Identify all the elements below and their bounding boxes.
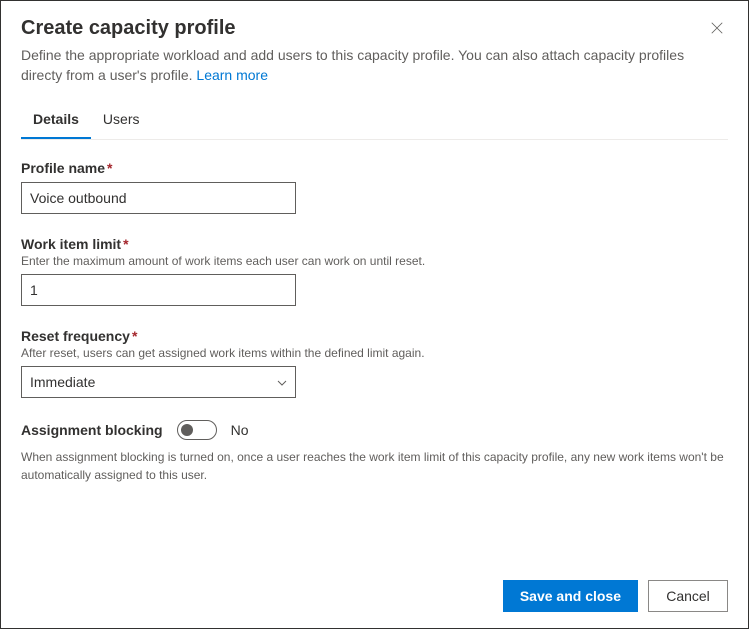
dialog-title: Create capacity profile	[21, 17, 236, 40]
assignment-blocking-state: No	[231, 422, 249, 438]
required-marker: *	[107, 160, 112, 176]
dialog-description: Define the appropriate workload and add …	[21, 46, 728, 85]
assignment-blocking-label: Assignment blocking	[21, 422, 163, 438]
assignment-blocking-toggle[interactable]	[177, 420, 217, 440]
assignment-blocking-help: When assignment blocking is turned on, o…	[21, 448, 728, 484]
create-capacity-profile-dialog: Create capacity profile Define the appro…	[0, 0, 749, 629]
reset-frequency-help: After reset, users can get assigned work…	[21, 346, 728, 360]
toggle-thumb	[181, 424, 193, 436]
field-assignment-blocking: Assignment blocking No When assignment b…	[21, 420, 728, 484]
form-body: Profile name* Work item limit* Enter the…	[21, 160, 728, 566]
reset-frequency-select-wrapper: Immediate	[21, 360, 296, 398]
description-text: Define the appropriate workload and add …	[21, 47, 684, 83]
work-item-limit-input[interactable]	[21, 274, 296, 306]
profile-name-label: Profile name*	[21, 160, 728, 176]
reset-frequency-label-text: Reset frequency	[21, 328, 130, 344]
dialog-header: Create capacity profile	[21, 17, 728, 42]
field-reset-frequency: Reset frequency* After reset, users can …	[21, 328, 728, 398]
tab-users[interactable]: Users	[91, 101, 152, 139]
field-work-item-limit: Work item limit* Enter the maximum amoun…	[21, 236, 728, 306]
cancel-button[interactable]: Cancel	[648, 580, 728, 612]
work-item-limit-label-text: Work item limit	[21, 236, 121, 252]
dialog-footer: Save and close Cancel	[21, 566, 728, 612]
required-marker: *	[132, 328, 137, 344]
required-marker: *	[123, 236, 128, 252]
reset-frequency-label: Reset frequency*	[21, 328, 728, 344]
work-item-limit-label: Work item limit*	[21, 236, 728, 252]
close-icon	[710, 21, 724, 35]
profile-name-input[interactable]	[21, 182, 296, 214]
tabs: Details Users	[21, 101, 728, 140]
assignment-blocking-row: Assignment blocking No	[21, 420, 728, 440]
work-item-limit-help: Enter the maximum amount of work items e…	[21, 254, 728, 268]
learn-more-link[interactable]: Learn more	[196, 67, 268, 83]
field-profile-name: Profile name*	[21, 160, 728, 214]
close-button[interactable]	[706, 17, 728, 42]
profile-name-label-text: Profile name	[21, 160, 105, 176]
tab-details[interactable]: Details	[21, 101, 91, 139]
reset-frequency-select[interactable]: Immediate	[21, 366, 296, 398]
save-and-close-button[interactable]: Save and close	[503, 580, 638, 612]
